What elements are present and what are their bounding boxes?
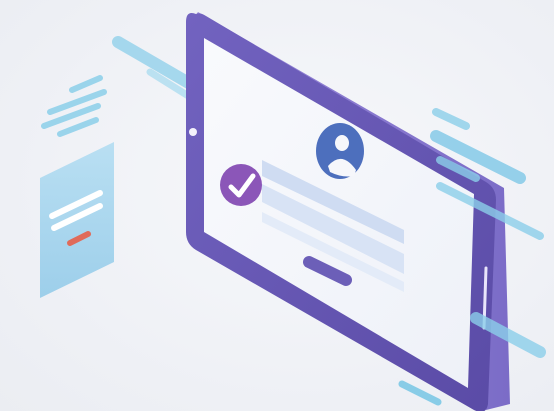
checkmark-badge bbox=[220, 164, 262, 206]
avatar bbox=[316, 123, 364, 179]
floating-card-stripes bbox=[41, 75, 107, 137]
floating-login-card bbox=[40, 142, 114, 298]
avatar-head bbox=[335, 135, 349, 151]
check-badge bbox=[220, 164, 262, 206]
tablet-screen bbox=[204, 38, 474, 388]
camera-dot bbox=[189, 128, 197, 136]
tablet-login-illustration bbox=[40, 12, 546, 411]
illustration-canvas bbox=[0, 0, 554, 411]
